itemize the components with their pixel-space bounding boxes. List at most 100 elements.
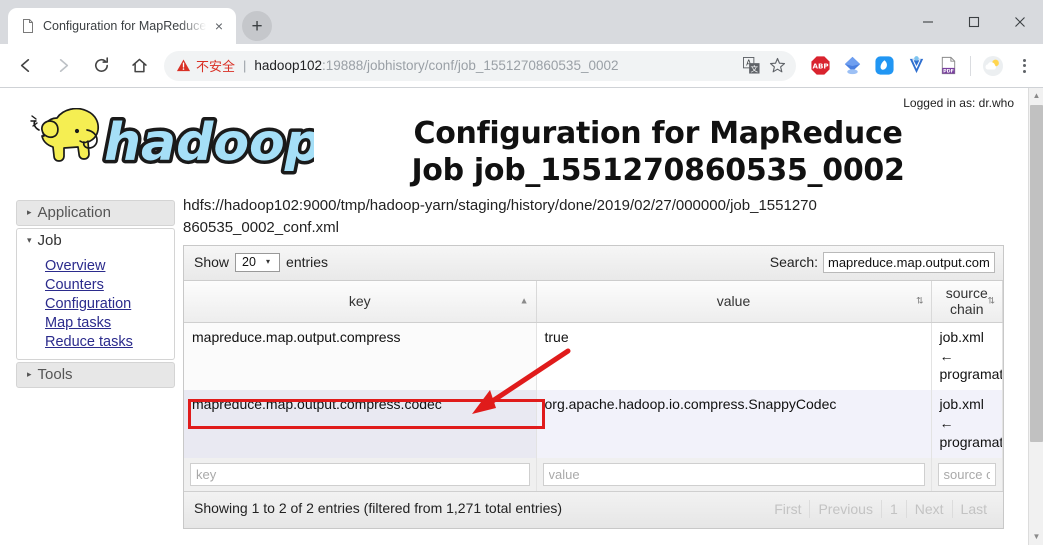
- chevron-right-icon: ▸: [27, 369, 32, 380]
- sort-both-icon: ⇅: [915, 295, 924, 306]
- table-filter-row: [184, 458, 1003, 492]
- sidebar-item-label: Application: [37, 204, 111, 222]
- page-length-value: 20: [242, 254, 256, 269]
- omnibox-separator: |: [243, 58, 247, 73]
- window-maximize-button[interactable]: [951, 7, 997, 37]
- sidebar-item-label: Tools: [37, 366, 73, 384]
- column-header-label: source chain: [945, 284, 988, 317]
- pdf-icon[interactable]: PDF: [934, 52, 962, 80]
- table-row[interactable]: mapreduce.map.output.compress true job.x…: [184, 322, 1003, 391]
- sidebar-item-tools[interactable]: ▸ Tools: [16, 362, 175, 389]
- sort-both-icon: ⇅: [987, 295, 995, 306]
- filter-input-key[interactable]: [190, 463, 530, 487]
- svg-text:PDF: PDF: [943, 69, 954, 75]
- pagination-previous[interactable]: Previous: [810, 500, 882, 519]
- hadoop-logo-icon: hadoop hadoop: [30, 108, 314, 177]
- chevron-right-icon: ▸: [27, 207, 32, 218]
- filter-cell-key: [184, 458, 537, 492]
- url-path: :19888/jobhistory/conf/job_1551270860535…: [321, 58, 619, 73]
- sidebar-item-application[interactable]: ▸ Application: [16, 200, 175, 227]
- entries-label: entries: [286, 254, 329, 271]
- column-header-label: key: [348, 292, 371, 309]
- search-label: Search:: [769, 254, 818, 271]
- tab-close-icon[interactable]: ×: [210, 17, 228, 35]
- window-controls: [905, 0, 1043, 44]
- configuration-table: key ▲ value ⇅ source chain ⇅ mapreduce.m…: [184, 280, 1003, 492]
- pagination-page-1[interactable]: 1: [882, 500, 907, 519]
- pagination-first[interactable]: First: [766, 500, 811, 519]
- page-length-select[interactable]: 20 ▾: [235, 252, 281, 272]
- table-search-control: Search:: [769, 251, 995, 273]
- browser-tab-title: Configuration for MapReduce: [43, 19, 207, 33]
- address-bar[interactable]: 不安全 | hadoop102:19888/jobhistory/conf/jo…: [164, 50, 796, 81]
- filter-input-source-chain[interactable]: [937, 463, 996, 487]
- window-close-button[interactable]: [997, 7, 1043, 37]
- conf-file-path: hdfs://hadoop102:9000/tmp/hadoop-yarn/st…: [183, 197, 817, 236]
- v-badge-icon[interactable]: [902, 52, 930, 80]
- forward-icon[interactable]: [47, 50, 79, 82]
- page-scrollbar[interactable]: ▲ ▼: [1028, 88, 1043, 545]
- scrollbar-down-icon[interactable]: ▼: [1029, 529, 1043, 545]
- page-viewport: Logged in as: dr.who hadoop hadoop Confi…: [0, 88, 1043, 545]
- translate-icon[interactable]: A 文: [738, 53, 764, 79]
- page-title-line1: Configuration for MapReduce: [413, 116, 903, 151]
- reload-icon[interactable]: [85, 50, 117, 82]
- new-tab-button[interactable]: +: [242, 11, 272, 41]
- showing-entries-info: Showing 1 to 2 of 2 entries (filtered fr…: [194, 500, 563, 517]
- home-icon[interactable]: [123, 50, 155, 82]
- column-header-value[interactable]: value ⇅: [536, 280, 932, 323]
- blue-circle-icon[interactable]: [870, 52, 898, 80]
- page-body: ▸ Application ▾ Job Overview Counters Co…: [0, 195, 1028, 529]
- main-content: hdfs://hadoop102:9000/tmp/hadoop-yarn/st…: [175, 195, 1028, 529]
- table-header-row: key ▲ value ⇅ source chain ⇅: [184, 280, 1003, 323]
- sidebar-nav: ▸ Application ▾ Job Overview Counters Co…: [0, 195, 175, 390]
- table-row[interactable]: mapreduce.map.output.compress.codec org.…: [184, 390, 1003, 459]
- cell-source-chain: job.xml ← programatically: [931, 322, 1003, 391]
- scrollbar-up-icon[interactable]: ▲: [1029, 88, 1043, 104]
- svg-text:ABP: ABP: [812, 62, 828, 71]
- back-icon[interactable]: [9, 50, 41, 82]
- sidebar-link-map-tasks[interactable]: Map tasks: [17, 314, 174, 333]
- sidebar-block-job: ▾ Job Overview Counters Configuration Ma…: [16, 228, 175, 361]
- conf-table-panel: Show 20 ▾ entries Search: mapreduce.map.…: [183, 244, 1004, 529]
- svg-text:文: 文: [750, 64, 758, 74]
- table-controls: Show 20 ▾ entries Search:: [184, 245, 1003, 281]
- filter-cell-value: [536, 458, 932, 492]
- search-input[interactable]: [823, 251, 995, 273]
- column-header-key[interactable]: key ▲: [184, 280, 537, 323]
- sidebar-link-counters[interactable]: Counters: [17, 276, 174, 295]
- pagination-next[interactable]: Next: [907, 500, 953, 519]
- scrollbar-thumb[interactable]: [1030, 105, 1043, 442]
- browser-menu-icon[interactable]: [1011, 52, 1037, 80]
- cell-value: org.apache.hadoop.io.compress.SnappyCode…: [536, 390, 932, 459]
- sidebar-block-application: ▸ Application: [16, 200, 175, 227]
- show-label: Show: [194, 254, 230, 271]
- not-secure-warning-icon: [176, 58, 191, 73]
- filter-input-value[interactable]: [542, 463, 925, 487]
- weather-icon[interactable]: [979, 52, 1007, 80]
- cell-key: mapreduce.map.output.compress.codec: [184, 390, 537, 459]
- scroll-up-glyph: ▲: [1032, 91, 1041, 100]
- diamond-icon[interactable]: [838, 52, 866, 80]
- bookmark-star-icon[interactable]: [764, 53, 790, 79]
- page-header: hadoop hadoop Configuration for MapReduc…: [0, 88, 1028, 189]
- pagination-last[interactable]: Last: [953, 500, 995, 518]
- column-header-source-chain[interactable]: source chain ⇅: [931, 280, 1003, 323]
- cell-value: true: [536, 322, 932, 391]
- hadoop-logo[interactable]: hadoop hadoop: [0, 94, 318, 180]
- sidebar-link-configuration[interactable]: Configuration: [17, 295, 174, 314]
- show-entries-control: Show 20 ▾ entries: [194, 252, 329, 272]
- sidebar-link-overview[interactable]: Overview: [17, 257, 174, 276]
- chevron-down-icon: ▾: [265, 257, 270, 267]
- omnibox-icons: A 文: [738, 53, 790, 79]
- pagination-controls: First Previous 1 Next Last: [766, 499, 995, 519]
- window-minimize-button[interactable]: [905, 7, 951, 37]
- sidebar-item-job[interactable]: ▾ Job: [16, 228, 175, 254]
- hadoop-jobhistory-page: Logged in as: dr.who hadoop hadoop Confi…: [0, 88, 1028, 545]
- sidebar-link-reduce-tasks[interactable]: Reduce tasks: [17, 333, 174, 352]
- cell-source-chain: job.xml ← programatically: [931, 390, 1003, 459]
- extension-icons: ABP PDF: [804, 52, 1037, 80]
- browser-titlebar: Configuration for MapReduce × +: [0, 0, 1043, 44]
- browser-tab[interactable]: Configuration for MapReduce ×: [8, 8, 236, 44]
- adblock-plus-icon[interactable]: ABP: [806, 52, 834, 80]
